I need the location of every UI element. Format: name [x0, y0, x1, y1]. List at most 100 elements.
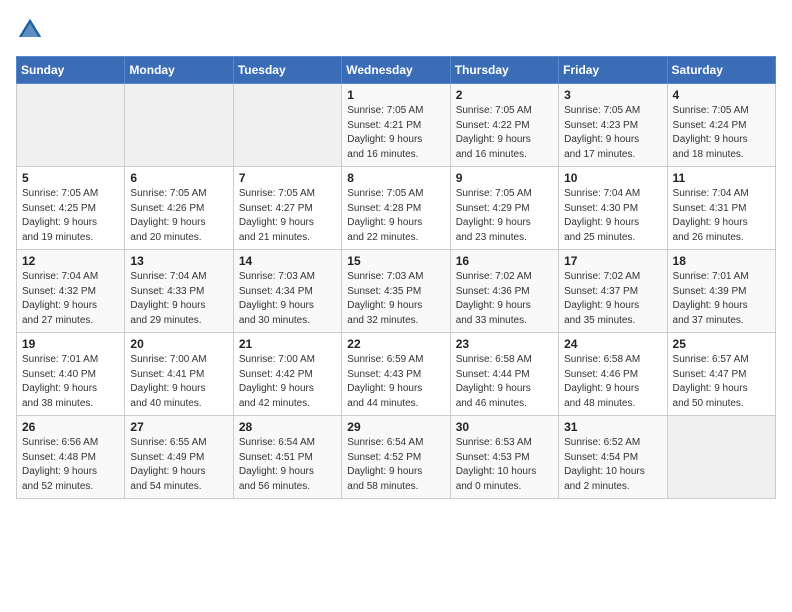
- day-number: 27: [130, 420, 227, 434]
- day-number: 22: [347, 337, 444, 351]
- day-number: 29: [347, 420, 444, 434]
- day-number: 3: [564, 88, 661, 102]
- day-number: 10: [564, 171, 661, 185]
- day-number: 24: [564, 337, 661, 351]
- calendar-cell: 3 Sunrise: 7:05 AM Sunset: 4:23 PM Daylig…: [559, 84, 667, 167]
- calendar-cell: 18 Sunrise: 7:01 AM Sunset: 4:39 PM Dayli…: [667, 250, 775, 333]
- logo: [16, 16, 48, 44]
- calendar-week-5: 26 Sunrise: 6:56 AM Sunset: 4:48 PM Dayli…: [17, 416, 776, 499]
- calendar-header-row: SundayMondayTuesdayWednesdayThursdayFrid…: [17, 57, 776, 84]
- day-number: 26: [22, 420, 119, 434]
- day-number: 28: [239, 420, 336, 434]
- calendar-cell: [667, 416, 775, 499]
- day-info: Sunrise: 7:04 AM Sunset: 4:30 PM Dayligh…: [564, 187, 661, 245]
- header-day-friday: Friday: [559, 57, 667, 84]
- calendar-cell: 17 Sunrise: 7:02 AM Sunset: 4:37 PM Dayli…: [559, 250, 667, 333]
- day-info: Sunrise: 7:05 AM Sunset: 4:24 PM Dayligh…: [673, 104, 770, 162]
- day-info: Sunrise: 6:59 AM Sunset: 4:43 PM Dayligh…: [347, 353, 444, 411]
- day-number: 13: [130, 254, 227, 268]
- calendar-cell: 31 Sunrise: 6:52 AM Sunset: 4:54 PM Dayli…: [559, 416, 667, 499]
- day-number: 15: [347, 254, 444, 268]
- day-info: Sunrise: 7:05 AM Sunset: 4:23 PM Dayligh…: [564, 104, 661, 162]
- day-info: Sunrise: 6:58 AM Sunset: 4:46 PM Dayligh…: [564, 353, 661, 411]
- day-info: Sunrise: 7:05 AM Sunset: 4:25 PM Dayligh…: [22, 187, 119, 245]
- day-number: 8: [347, 171, 444, 185]
- calendar-cell: 13 Sunrise: 7:04 AM Sunset: 4:33 PM Dayli…: [125, 250, 233, 333]
- calendar-cell: 30 Sunrise: 6:53 AM Sunset: 4:53 PM Dayli…: [450, 416, 558, 499]
- day-number: 23: [456, 337, 553, 351]
- header-day-saturday: Saturday: [667, 57, 775, 84]
- calendar-cell: 5Sunrise: 7:05 AM Sunset: 4:25 PM Daylig…: [17, 167, 125, 250]
- day-info: Sunrise: 6:53 AM Sunset: 4:53 PM Dayligh…: [456, 436, 553, 494]
- day-info: Sunrise: 7:02 AM Sunset: 4:37 PM Dayligh…: [564, 270, 661, 328]
- calendar-cell: 27Sunrise: 6:55 AM Sunset: 4:49 PM Dayli…: [125, 416, 233, 499]
- calendar-cell: 22 Sunrise: 6:59 AM Sunset: 4:43 PM Dayli…: [342, 333, 450, 416]
- calendar-cell: 15 Sunrise: 7:03 AM Sunset: 4:35 PM Dayli…: [342, 250, 450, 333]
- day-number: 1: [347, 88, 444, 102]
- day-number: 9: [456, 171, 553, 185]
- calendar-cell: 2 Sunrise: 7:05 AM Sunset: 4:22 PM Daylig…: [450, 84, 558, 167]
- day-info: Sunrise: 6:52 AM Sunset: 4:54 PM Dayligh…: [564, 436, 661, 494]
- logo-icon: [16, 16, 44, 44]
- calendar-cell: 21 Sunrise: 7:00 AM Sunset: 4:42 PM Dayli…: [233, 333, 341, 416]
- day-info: Sunrise: 7:01 AM Sunset: 4:39 PM Dayligh…: [673, 270, 770, 328]
- calendar-cell: [233, 84, 341, 167]
- day-info: Sunrise: 7:03 AM Sunset: 4:35 PM Dayligh…: [347, 270, 444, 328]
- day-number: 11: [673, 171, 770, 185]
- day-info: Sunrise: 7:05 AM Sunset: 4:29 PM Dayligh…: [456, 187, 553, 245]
- day-info: Sunrise: 6:57 AM Sunset: 4:47 PM Dayligh…: [673, 353, 770, 411]
- calendar-week-3: 12 Sunrise: 7:04 AM Sunset: 4:32 PM Dayli…: [17, 250, 776, 333]
- day-info: Sunrise: 7:03 AM Sunset: 4:34 PM Dayligh…: [239, 270, 336, 328]
- header-day-monday: Monday: [125, 57, 233, 84]
- day-number: 14: [239, 254, 336, 268]
- day-number: 25: [673, 337, 770, 351]
- header-day-thursday: Thursday: [450, 57, 558, 84]
- calendar-cell: 14 Sunrise: 7:03 AM Sunset: 4:34 PM Dayli…: [233, 250, 341, 333]
- calendar-table: SundayMondayTuesdayWednesdayThursdayFrid…: [16, 56, 776, 499]
- day-info: Sunrise: 7:05 AM Sunset: 4:22 PM Dayligh…: [456, 104, 553, 162]
- day-info: Sunrise: 6:56 AM Sunset: 4:48 PM Dayligh…: [22, 436, 119, 494]
- day-number: 21: [239, 337, 336, 351]
- day-number: 20: [130, 337, 227, 351]
- day-info: Sunrise: 7:04 AM Sunset: 4:32 PM Dayligh…: [22, 270, 119, 328]
- calendar-cell: 7 Sunrise: 7:05 AM Sunset: 4:27 PM Daylig…: [233, 167, 341, 250]
- calendar-cell: 24 Sunrise: 6:58 AM Sunset: 4:46 PM Dayli…: [559, 333, 667, 416]
- day-number: 18: [673, 254, 770, 268]
- calendar-cell: 12 Sunrise: 7:04 AM Sunset: 4:32 PM Dayli…: [17, 250, 125, 333]
- calendar-cell: 4 Sunrise: 7:05 AM Sunset: 4:24 PM Daylig…: [667, 84, 775, 167]
- calendar-week-4: 19 Sunrise: 7:01 AM Sunset: 4:40 PM Dayli…: [17, 333, 776, 416]
- day-number: 31: [564, 420, 661, 434]
- day-number: 12: [22, 254, 119, 268]
- calendar-week-2: 5Sunrise: 7:05 AM Sunset: 4:25 PM Daylig…: [17, 167, 776, 250]
- day-number: 30: [456, 420, 553, 434]
- calendar-cell: 16 Sunrise: 7:02 AM Sunset: 4:36 PM Dayli…: [450, 250, 558, 333]
- day-info: Sunrise: 7:00 AM Sunset: 4:42 PM Dayligh…: [239, 353, 336, 411]
- page-header: [16, 16, 776, 44]
- calendar-cell: 29 Sunrise: 6:54 AM Sunset: 4:52 PM Dayli…: [342, 416, 450, 499]
- day-number: 2: [456, 88, 553, 102]
- day-number: 16: [456, 254, 553, 268]
- day-info: Sunrise: 6:54 AM Sunset: 4:52 PM Dayligh…: [347, 436, 444, 494]
- calendar-cell: 28 Sunrise: 6:54 AM Sunset: 4:51 PM Dayli…: [233, 416, 341, 499]
- day-info: Sunrise: 7:02 AM Sunset: 4:36 PM Dayligh…: [456, 270, 553, 328]
- day-number: 19: [22, 337, 119, 351]
- calendar-cell: 11Sunrise: 7:04 AM Sunset: 4:31 PM Dayli…: [667, 167, 775, 250]
- day-info: Sunrise: 6:58 AM Sunset: 4:44 PM Dayligh…: [456, 353, 553, 411]
- day-info: Sunrise: 7:01 AM Sunset: 4:40 PM Dayligh…: [22, 353, 119, 411]
- header-day-wednesday: Wednesday: [342, 57, 450, 84]
- day-number: 4: [673, 88, 770, 102]
- calendar-cell: 6 Sunrise: 7:05 AM Sunset: 4:26 PM Daylig…: [125, 167, 233, 250]
- day-number: 6: [130, 171, 227, 185]
- calendar-cell: 25 Sunrise: 6:57 AM Sunset: 4:47 PM Dayli…: [667, 333, 775, 416]
- day-info: Sunrise: 7:05 AM Sunset: 4:27 PM Dayligh…: [239, 187, 336, 245]
- day-number: 17: [564, 254, 661, 268]
- calendar-cell: 10 Sunrise: 7:04 AM Sunset: 4:30 PM Dayli…: [559, 167, 667, 250]
- header-day-sunday: Sunday: [17, 57, 125, 84]
- day-info: Sunrise: 7:05 AM Sunset: 4:26 PM Dayligh…: [130, 187, 227, 245]
- day-info: Sunrise: 7:05 AM Sunset: 4:28 PM Dayligh…: [347, 187, 444, 245]
- calendar-cell: 26 Sunrise: 6:56 AM Sunset: 4:48 PM Dayli…: [17, 416, 125, 499]
- day-info: Sunrise: 7:05 AM Sunset: 4:21 PM Dayligh…: [347, 104, 444, 162]
- day-info: Sunrise: 7:04 AM Sunset: 4:33 PM Dayligh…: [130, 270, 227, 328]
- day-info: Sunrise: 6:54 AM Sunset: 4:51 PM Dayligh…: [239, 436, 336, 494]
- day-number: 7: [239, 171, 336, 185]
